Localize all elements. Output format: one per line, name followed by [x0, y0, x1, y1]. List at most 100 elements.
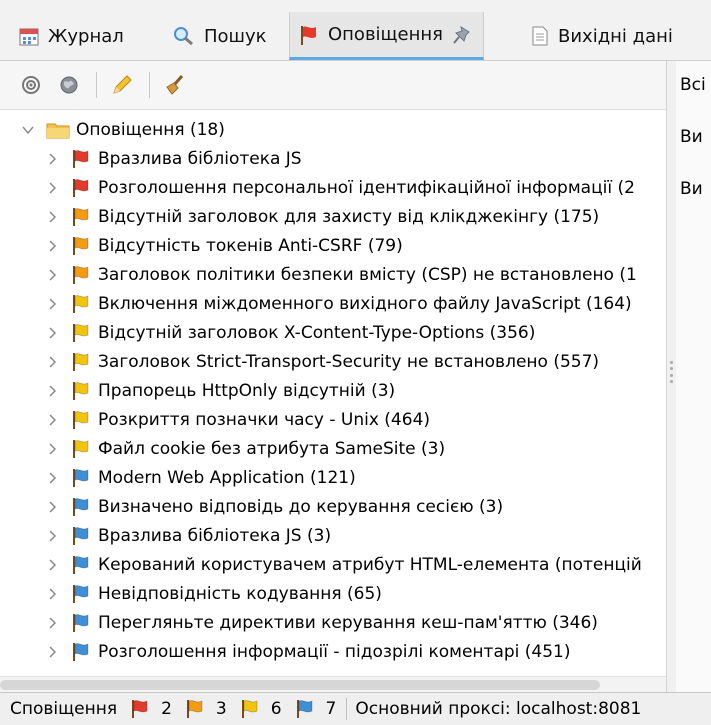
- tree-root[interactable]: Оповіщення (18): [20, 116, 666, 144]
- chevron-right-icon[interactable]: [44, 470, 60, 486]
- calendar-icon: [19, 28, 39, 46]
- chevron-right-icon[interactable]: [44, 644, 60, 660]
- clean-button[interactable]: [162, 72, 188, 98]
- high-flag-icon: [73, 179, 89, 197]
- low-flag-icon: [241, 700, 258, 718]
- tree-item-label: Перегляньте директиви керування кеш-пам'…: [98, 613, 598, 633]
- tree-item-label: Файл cookie без атрибута SameSite (3): [98, 439, 446, 459]
- chevron-right-icon[interactable]: [44, 296, 60, 312]
- tree-item[interactable]: Невідповідність кодування (65): [44, 580, 666, 608]
- tree-item[interactable]: Вразлива бібліотека JS: [44, 145, 666, 173]
- chevron-right-icon[interactable]: [44, 528, 60, 544]
- status-count-value: 6: [270, 699, 282, 719]
- tree-item[interactable]: Розкриття позначки часу - Unix (464): [44, 406, 666, 434]
- high-flag-icon: [73, 150, 89, 168]
- tree-item[interactable]: Прапорець HttpOnly відсутній (3): [44, 377, 666, 405]
- tree-item-label: Включення міждоменного вихідного файлу J…: [98, 294, 632, 314]
- status-bar: Сповіщення 2 3 6 7 Основний проксі: localho…: [0, 692, 711, 725]
- info-flag-icon: [73, 585, 89, 603]
- tree-item-label: Відсутній заголовок X-Content-Type-Optio…: [98, 323, 536, 343]
- tree-item[interactable]: Розголошення персональної ідентифікаційн…: [44, 174, 666, 202]
- medium-flag-icon: [73, 266, 89, 284]
- horizontal-scrollbar[interactable]: [0, 676, 666, 693]
- splitter-grip[interactable]: [670, 361, 673, 383]
- tree-item-label: Modern Web Application (121): [98, 468, 356, 488]
- low-flag-icon: [73, 295, 89, 313]
- tree-item-label: Розкриття позначки часу - Unix (464): [98, 410, 431, 430]
- status-alerts-label: Сповіщення: [10, 699, 118, 719]
- tab-alerts[interactable]: Оповіщення: [289, 12, 484, 60]
- alerts-tree[interactable]: Оповіщення (18) Вразлива бібліотека JS Ро…: [0, 110, 666, 675]
- tree-item[interactable]: Перегляньте директиви керування кеш-пам'…: [44, 609, 666, 637]
- red-flag-icon: [301, 25, 316, 45]
- medium-flag-icon: [186, 700, 203, 718]
- pin-icon[interactable]: [451, 24, 475, 46]
- tree-item-label: Заголовок політики безпеки вмісту (CSP) …: [98, 265, 637, 285]
- chevron-right-icon[interactable]: [44, 412, 60, 428]
- low-flag-icon: [73, 411, 89, 429]
- tree-item[interactable]: Визначено відповідь до керування сесією …: [44, 493, 666, 521]
- chevron-right-icon[interactable]: [44, 586, 60, 602]
- tree-item-label: Визначено відповідь до керування сесією …: [98, 497, 504, 517]
- status-count-medium: 3: [184, 699, 227, 719]
- tab-history[interactable]: Журнал: [18, 14, 124, 58]
- chevron-right-icon[interactable]: [44, 238, 60, 254]
- tree-item[interactable]: Відсутній заголовок для захисту від клік…: [44, 203, 666, 231]
- chevron-right-icon[interactable]: [44, 615, 60, 631]
- chevron-down-icon[interactable]: [20, 122, 36, 138]
- tree-item[interactable]: Файл cookie без атрибута SameSite (3): [44, 435, 666, 463]
- sites-button[interactable]: [56, 72, 82, 98]
- tree-item[interactable]: Керований користувачем атрибут HTML-елем…: [44, 551, 666, 579]
- magnifier-icon: [174, 27, 193, 46]
- tree-item-label: Заголовок Strict-Transport-Security не в…: [98, 352, 600, 372]
- tree-item[interactable]: Вразлива бібліотека JS (3): [44, 522, 666, 550]
- high-flag-icon: [132, 700, 148, 718]
- chevron-right-icon[interactable]: [44, 151, 60, 167]
- info-flag-icon: [73, 643, 89, 661]
- broom-icon: [166, 75, 184, 95]
- scope-button[interactable]: [18, 72, 44, 98]
- chevron-right-icon[interactable]: [44, 383, 60, 399]
- tree-item[interactable]: Включення міждоменного вихідного файлу J…: [44, 290, 666, 318]
- tree-item-label: Відсутній заголовок для захисту від клік…: [98, 207, 600, 227]
- tree-root-label: Оповіщення (18): [76, 120, 225, 140]
- chevron-right-icon[interactable]: [44, 441, 60, 457]
- toolbar-separator: [149, 72, 150, 98]
- tree-item[interactable]: Відсутність токенів Anti-CSRF (79): [44, 232, 666, 260]
- chevron-right-icon[interactable]: [44, 209, 60, 225]
- status-count-value: 7: [325, 699, 337, 719]
- status-count-value: 2: [161, 699, 172, 719]
- chevron-right-icon[interactable]: [44, 499, 60, 515]
- chevron-right-icon[interactable]: [44, 325, 60, 341]
- chevron-right-icon[interactable]: [44, 354, 60, 370]
- tree-item[interactable]: Заголовок політики безпеки вмісту (CSP) …: [44, 261, 666, 289]
- alert-details-pane: Всі Ви Ви: [676, 61, 711, 692]
- tree-item[interactable]: Заголовок Strict-Transport-Security не в…: [44, 348, 666, 376]
- tree-item-label: Вразлива бібліотека JS: [98, 149, 302, 169]
- chevron-right-icon[interactable]: [44, 557, 60, 573]
- tree-item-label: Невідповідність кодування (65): [98, 584, 382, 604]
- status-count-value: 3: [215, 699, 227, 719]
- status-count-high: 2: [129, 699, 172, 719]
- edit-button[interactable]: [109, 72, 135, 98]
- folder-icon: [46, 123, 70, 139]
- tree-item[interactable]: Відсутній заголовок X-Content-Type-Optio…: [44, 319, 666, 347]
- chevron-right-icon[interactable]: [44, 267, 60, 283]
- info-flag-icon: [73, 527, 89, 545]
- tab-label: Журнал: [48, 25, 124, 47]
- scrollbar-thumb[interactable]: [0, 680, 600, 690]
- info-flag-icon: [296, 700, 312, 718]
- tree-item-label: Прапорець HttpOnly відсутній (3): [98, 381, 396, 401]
- tree-item-label: Розголошення інформації - підозрілі коме…: [98, 642, 571, 662]
- tree-item[interactable]: Розголошення інформації - підозрілі коме…: [44, 638, 666, 666]
- info-flag-icon: [73, 614, 89, 632]
- tab-search[interactable]: Пошук: [172, 14, 267, 58]
- medium-flag-icon: [73, 237, 89, 255]
- low-flag-icon: [73, 324, 89, 342]
- alerts-toolbar: [0, 61, 666, 110]
- info-flag-icon: [73, 556, 89, 574]
- chevron-right-icon[interactable]: [44, 180, 60, 196]
- tab-output[interactable]: Вихідні дані: [530, 14, 673, 58]
- details-text: Ви: [680, 127, 703, 147]
- tree-item[interactable]: Modern Web Application (121): [44, 464, 666, 492]
